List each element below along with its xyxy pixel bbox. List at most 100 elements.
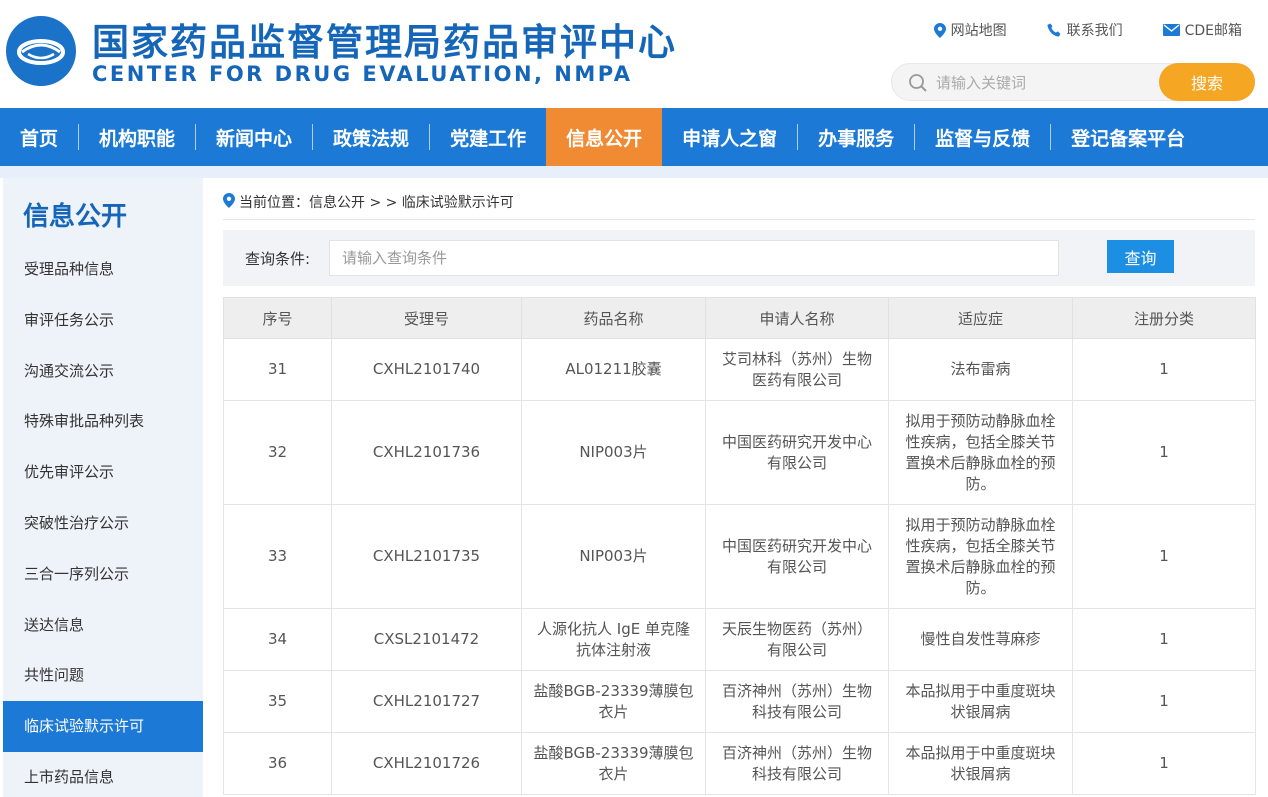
cell-drug-name: NIP003片 (521, 400, 706, 505)
cell-category: 1 (1072, 400, 1256, 505)
cell-category: 1 (1072, 338, 1256, 401)
cell-index: 31 (223, 338, 332, 401)
mail-icon (1162, 24, 1180, 36)
cell-acceptance-no: CXSL2101472 (331, 608, 522, 671)
cell-applicant: 百济神州（苏州）生物科技有限公司 (705, 670, 889, 733)
cell-applicant: 艾司林科（苏州）生物医药有限公司 (705, 338, 889, 401)
header-drug-name: 药品名称 (521, 297, 706, 339)
sitemap-link[interactable]: 网站地图 (933, 20, 1007, 40)
cell-drug-name: NIP003片 (521, 504, 706, 609)
cell-acceptance-no: CXHL2101740 (331, 338, 522, 401)
header-indication: 适应症 (888, 297, 1073, 339)
cell-indication: 拟用于预防动静脉血栓性疾病，包括全膝关节置换术后静脉血栓的预防。 (888, 504, 1073, 609)
table-row[interactable]: 34 CXSL2101472 人源化抗人 IgE 单克隆抗体注射液 天辰生物医药（苏州… (223, 608, 1256, 671)
table-row[interactable]: 32 CXHL2101736 NIP003片 中国医药研究开发中心有限公司 拟用于预防动… (223, 400, 1256, 505)
sitemap-label: 网站地图 (950, 23, 1007, 39)
sidebar-title: 信息公开 (23, 202, 128, 232)
cell-index: 33 (223, 504, 332, 609)
header-acceptance-no: 受理号 (331, 297, 522, 339)
top-links: 网站地图 联系我们 CDE邮箱 (933, 20, 1242, 40)
sidebar-item-3[interactable]: 特殊审批品种列表 (3, 396, 203, 447)
nav-item-4[interactable]: 党建工作 (430, 108, 546, 166)
nav-item-9[interactable]: 登记备案平台 (1051, 108, 1205, 166)
table-header-row: 序号 受理号 药品名称 申请人名称 适应症 注册分类 (223, 297, 1256, 339)
site-subtitle: CENTER FOR DRUG EVALUATION, NMPA (92, 62, 633, 86)
cell-applicant: 天辰生物医药（苏州）有限公司 (705, 608, 889, 671)
sidebar-item-2[interactable]: 沟通交流公示 (3, 346, 203, 397)
mail-label: CDE邮箱 (1184, 23, 1242, 39)
cell-category: 1 (1072, 732, 1256, 795)
cell-category: 1 (1072, 504, 1256, 609)
site-header: 国家药品监督管理局药品审评中心 CENTER FOR DRUG EVALUATI… (0, 0, 1268, 108)
search-input[interactable] (936, 70, 1146, 96)
table-row[interactable]: 31 CXHL2101740 AL01211胶囊 艾司林科（苏州）生物医药有限公司 法布… (223, 338, 1256, 401)
nav-item-2[interactable]: 新闻中心 (196, 108, 312, 166)
breadcrumb-text: 当前位置：信息公开 > > 临床试验默示许可 (239, 195, 514, 211)
cell-indication: 慢性自发性荨麻疹 (888, 608, 1073, 671)
sidebar-item-0[interactable]: 受理品种信息 (3, 244, 203, 295)
site-logo-icon[interactable] (6, 16, 76, 86)
cell-category: 1 (1072, 670, 1256, 733)
query-label: 查询条件: (245, 250, 311, 268)
sidebar-item-5[interactable]: 突破性治疗公示 (3, 498, 203, 549)
cell-drug-name: 盐酸BGB-23339薄膜包衣片 (521, 732, 706, 795)
nav-item-3[interactable]: 政策法规 (313, 108, 429, 166)
location-pin-icon (223, 193, 235, 208)
nav-item-1[interactable]: 机构职能 (79, 108, 195, 166)
sidebar-item-1[interactable]: 审评任务公示 (3, 295, 203, 346)
nav-item-7[interactable]: 办事服务 (798, 108, 914, 166)
cell-applicant: 中国医药研究开发中心有限公司 (705, 400, 889, 505)
header-applicant: 申请人名称 (705, 297, 889, 339)
header-index: 序号 (223, 297, 332, 339)
query-button[interactable]: 查询 (1107, 240, 1174, 273)
cell-indication: 法布雷病 (888, 338, 1073, 401)
cell-acceptance-no: CXHL2101736 (331, 400, 522, 505)
cell-index: 34 (223, 608, 332, 671)
contact-link[interactable]: 联系我们 (1046, 20, 1123, 40)
mail-link[interactable]: CDE邮箱 (1162, 20, 1242, 40)
cell-index: 36 (223, 732, 332, 795)
sidebar-item-7[interactable]: 送达信息 (3, 600, 203, 651)
cell-applicant: 百济神州（苏州）生物科技有限公司 (705, 732, 889, 795)
cell-applicant: 中国医药研究开发中心有限公司 (705, 504, 889, 609)
nav-item-6[interactable]: 申请人之窗 (662, 108, 797, 166)
search-box: 搜索 (891, 63, 1255, 101)
cell-category: 1 (1072, 608, 1256, 671)
cell-index: 35 (223, 670, 332, 733)
nav-item-0[interactable]: 首页 (0, 108, 78, 166)
nav-item-5[interactable]: 信息公开 (546, 108, 663, 166)
sidebar-item-6[interactable]: 三合一序列公示 (3, 549, 203, 600)
nav-item-8[interactable]: 监督与反馈 (915, 108, 1050, 166)
table-row[interactable]: 33 CXHL2101735 NIP003片 中国医药研究开发中心有限公司 拟用于预防动… (223, 504, 1256, 609)
table-row[interactable]: 35 CXHL2101727 盐酸BGB-23339薄膜包衣片 百济神州（苏州）生物科… (223, 670, 1256, 733)
nav-underline-band (0, 166, 1268, 178)
contact-label: 联系我们 (1066, 23, 1123, 39)
header-category: 注册分类 (1072, 297, 1256, 339)
phone-icon (1046, 23, 1060, 36)
table-row[interactable]: 36 CXHL2101726 盐酸BGB-23339薄膜包衣片 百济神州（苏州）生物科… (223, 732, 1256, 795)
cell-acceptance-no: CXHL2101735 (331, 504, 522, 609)
cell-drug-name: 人源化抗人 IgE 单克隆抗体注射液 (521, 608, 706, 671)
cell-indication: 拟用于预防动静脉血栓性疾病，包括全膝关节置换术后静脉血栓的预防。 (888, 400, 1073, 505)
results-table: 序号 受理号 药品名称 申请人名称 适应症 注册分类 31 CXHL2101740… (223, 297, 1256, 795)
sidebar-item-4[interactable]: 优先审评公示 (3, 447, 203, 498)
cell-drug-name: AL01211胶囊 (521, 338, 706, 401)
cell-acceptance-no: CXHL2101727 (331, 670, 522, 733)
location-pin-icon (933, 22, 946, 38)
search-button[interactable]: 搜索 (1159, 63, 1255, 101)
search-icon (909, 74, 927, 92)
main-nav: 首页 机构职能 新闻中心 政策法规 党建工作 信息公开 申请人之窗 办事服务 监督与反馈 登记备案… (0, 108, 1268, 166)
query-bar: 查询条件: 查询 (223, 230, 1255, 286)
sidebar-item-8[interactable]: 共性问题 (3, 650, 203, 701)
cell-indication: 本品拟用于中重度斑块状银屑病 (888, 732, 1073, 795)
cell-index: 32 (223, 400, 332, 505)
query-input[interactable] (329, 240, 1059, 276)
sidebar-menu: 受理品种信息 审评任务公示 沟通交流公示 特殊审批品种列表 优先审评公示 突破性治疗公示三… (3, 244, 203, 797)
sidebar-item-9[interactable]: 临床试验默示许可 (3, 701, 203, 752)
cell-acceptance-no: CXHL2101726 (331, 732, 522, 795)
breadcrumb: 当前位置：信息公开 > > 临床试验默示许可 (223, 192, 1255, 220)
sidebar: 信息公开 受理品种信息 审评任务公示 沟通交流公示 特殊审批品种列表 优先审评公示 突破性… (3, 178, 203, 797)
site-title: 国家药品监督管理局药品审评中心 (92, 21, 677, 64)
cell-drug-name: 盐酸BGB-23339薄膜包衣片 (521, 670, 706, 733)
sidebar-item-10[interactable]: 上市药品信息 (3, 752, 203, 797)
